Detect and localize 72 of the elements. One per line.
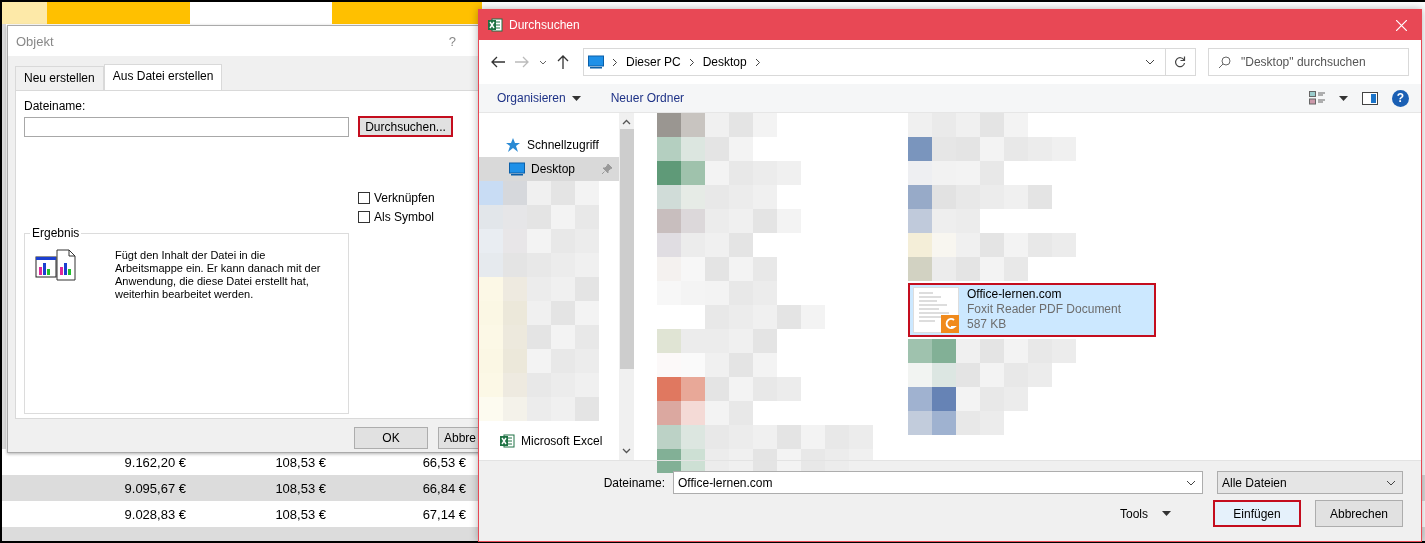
tab[interactable]: Neu erstellen — [15, 66, 104, 90]
search-icon — [1218, 56, 1231, 69]
nav-item[interactable]: Desktop — [479, 157, 619, 181]
chevron-down-icon — [1186, 479, 1196, 486]
tools-menu[interactable]: Tools — [1114, 505, 1177, 522]
table-cell-text: 67,14 € — [421, 506, 467, 522]
close-icon[interactable] — [1395, 19, 1407, 31]
table-cell-text: 108,53 € — [274, 506, 327, 522]
nav-item[interactable]: Schnellzugriff — [479, 133, 619, 157]
browse-button[interactable]: Durchsuchen... — [358, 116, 453, 137]
field-label: Dateiname: — [24, 99, 87, 113]
breadcrumb-item[interactable]: Dieser PC — [626, 55, 681, 69]
scroll-up-icon[interactable] — [622, 119, 631, 125]
spreadsheet-app-icon — [487, 17, 503, 33]
up-arrow-icon[interactable] — [557, 55, 569, 69]
tab[interactable]: Aus Datei erstellen — [103, 64, 223, 90]
chevron-down-icon[interactable] — [1144, 59, 1155, 65]
chevron-right-icon — [754, 57, 761, 67]
file-type-dropdown[interactable]: Alle Dateien — [1217, 471, 1403, 494]
chevron-right-icon — [688, 57, 695, 67]
preview-pane-icon[interactable] — [1362, 91, 1378, 105]
file-item[interactable]: Office-lernen.com Foxit Reader PDF Document 587 KB — [908, 283, 1156, 337]
filename-input-field[interactable] — [24, 117, 349, 137]
spreadsheet-app-icon — [499, 433, 515, 449]
toolbar-button[interactable]: Neuer Ordner — [610, 91, 685, 105]
chart-documents-icon — [35, 249, 77, 281]
table-cell-text: 66,84 € — [421, 480, 467, 496]
address-bar[interactable]: Dieser PC Desktop — [583, 48, 1166, 76]
back-arrow-icon[interactable] — [491, 56, 505, 68]
result-description: Fügt den Inhalt der Datei in die Arbeitsmappe ein. Er kann danach mit der Anwendung, die diese Datei erstellt hat, weiterhin bearbeitet werden. — [115, 249, 322, 302]
table-cell-text: 66,53 € — [421, 454, 467, 470]
caret-icon — [1162, 511, 1171, 516]
file-size: 587 KB — [967, 317, 1008, 331]
monitor-icon — [588, 55, 604, 69]
file-type: Foxit Reader PDF Document — [967, 302, 1122, 316]
pin-icon — [601, 163, 613, 175]
caret-icon — [1339, 95, 1348, 101]
table-cell-text: 108,53 € — [274, 454, 327, 470]
filename-combo-box[interactable]: Office-lernen.com — [673, 471, 1203, 494]
help-button[interactable]: ? — [448, 33, 456, 49]
view-options-icon[interactable] — [1309, 91, 1325, 105]
dialog-button[interactable]: Abbrechen — [1315, 500, 1403, 527]
table-cell-text: 9.095,67 € — [123, 480, 187, 496]
group-label: Ergebnis — [30, 226, 82, 240]
table-cell-text: 9.162,20 € — [123, 454, 187, 470]
file-name: Office-lernen.com — [967, 287, 1063, 301]
chevron-right-icon — [612, 57, 618, 67]
caret-icon — [571, 95, 581, 101]
checkbox[interactable] — [358, 192, 370, 204]
window-title: Objekt — [16, 33, 54, 49]
table-cell-text: 108,53 € — [274, 480, 327, 496]
chevron-down-icon[interactable] — [539, 59, 547, 65]
table-cell-text: 9.028,83 € — [123, 506, 187, 522]
window-title: Durchsuchen — [509, 18, 580, 32]
star-icon — [505, 137, 521, 153]
checkbox[interactable] — [358, 211, 370, 223]
help-button[interactable]: ? — [1392, 89, 1409, 107]
dialog-button[interactable]: Einfügen — [1213, 500, 1301, 527]
scrollbar[interactable] — [619, 113, 634, 460]
search-field[interactable]: "Desktop" durchsuchen — [1208, 48, 1409, 76]
spreadsheet-cell — [2, 2, 47, 24]
checkbox-label: Verknüpfen — [374, 191, 435, 205]
breadcrumb-item[interactable]: Desktop — [702, 55, 747, 69]
toolbar-menu[interactable]: Organisieren — [497, 91, 581, 105]
field-label: Dateiname: — [603, 475, 665, 490]
checkbox-label: Als Symbol — [374, 210, 435, 224]
dialog-button[interactable]: OK — [354, 427, 428, 449]
chevron-down-icon — [1386, 479, 1396, 486]
monitor-icon — [509, 162, 525, 176]
refresh-icon[interactable] — [1174, 56, 1187, 68]
scroll-down-icon[interactable] — [622, 448, 631, 454]
pdf-thumbnail-icon — [913, 287, 959, 333]
